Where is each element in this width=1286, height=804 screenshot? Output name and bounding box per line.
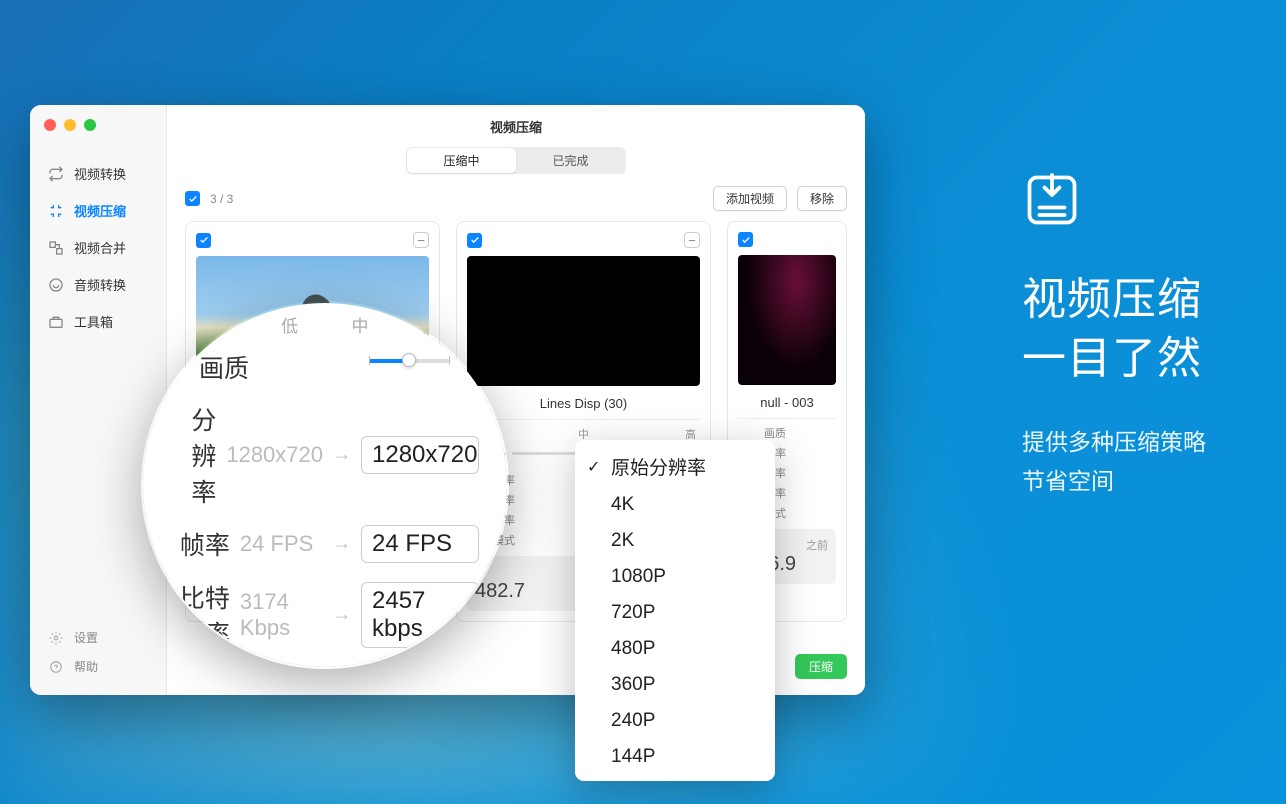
card-remove-button[interactable]: − (684, 232, 700, 248)
bitrate-original: 3174 Kbps (240, 589, 323, 641)
card-checkbox[interactable] (738, 232, 753, 247)
tab-compressing[interactable]: 压缩中 (407, 148, 516, 173)
help-label: 帮助 (74, 658, 98, 675)
quality-label: 画质 (738, 425, 786, 441)
merge-icon (48, 240, 64, 256)
traffic-lights (44, 119, 96, 131)
quality-mid-label: 中 (352, 312, 369, 337)
sidebar-item-label: 工具箱 (74, 312, 113, 331)
dropdown-option[interactable]: ✓原始分辨率 (575, 446, 775, 487)
toolbox-icon (48, 314, 64, 330)
fps-select[interactable]: 24 FPS (361, 525, 479, 563)
arrow-right-icon: → (333, 604, 351, 625)
sidebar-help[interactable]: 帮助 (30, 652, 166, 681)
dropdown-option[interactable]: 720P (575, 595, 775, 631)
card-checkbox[interactable] (467, 233, 482, 248)
marketing-sub-2: 节省空间 (1022, 462, 1206, 501)
resolution-original: 1280x720 (226, 442, 323, 468)
sidebar-settings[interactable]: 设置 (30, 623, 166, 652)
dropdown-option[interactable]: 4K (575, 487, 775, 523)
toolbar: 3 / 3 添加视频 移除 (167, 180, 865, 221)
marketing-sub-1: 提供多种压缩策略 (1022, 423, 1206, 462)
compress-icon (48, 203, 64, 219)
select-all-checkbox[interactable] (185, 191, 200, 206)
marketing-copy: 视频压缩 一目了然 提供多种压缩策略 节省空间 (1022, 170, 1206, 501)
video-title: null - 003 (738, 395, 836, 410)
selection-count: 3 / 3 (210, 192, 233, 206)
maximize-window-button[interactable] (84, 119, 96, 131)
sidebar-item-label: 视频压缩 (74, 201, 126, 220)
check-icon: ✓ (587, 457, 600, 477)
settings-label: 设置 (74, 629, 98, 646)
fps-original: 24 FPS (240, 531, 323, 557)
marketing-heading-1: 视频压缩 (1022, 270, 1206, 329)
resolution-label: 分辨率 (171, 401, 216, 509)
sidebar-item-label: 音频转换 (74, 275, 126, 294)
tab-done[interactable]: 已完成 (516, 148, 625, 173)
sidebar-item-video-merge[interactable]: 视频合并 (30, 229, 166, 266)
video-thumbnail (738, 255, 836, 385)
convert-icon (48, 166, 64, 182)
sidebar-item-audio-convert[interactable]: 音频转换 (30, 266, 166, 303)
compress-button[interactable]: 压缩 (795, 654, 847, 679)
close-window-button[interactable] (44, 119, 56, 131)
window-title: 视频压缩 (167, 105, 865, 147)
dropdown-option[interactable]: 360P (575, 667, 775, 703)
arrow-right-icon: → (333, 533, 351, 554)
dropdown-option[interactable]: 240P (575, 703, 775, 739)
sidebar-item-video-compress[interactable]: 视频压缩 (30, 192, 166, 229)
dropdown-option[interactable]: 2K (575, 523, 775, 559)
resolution-dropdown: ✓原始分辨率 4K 2K 1080P 720P 480P 360P 240P 1… (575, 440, 775, 781)
gear-icon (48, 630, 64, 646)
help-icon (48, 659, 64, 675)
sidebar-item-label: 视频转换 (74, 164, 126, 183)
video-title: Lines Disp (30) (467, 396, 700, 411)
magnifier-lens: 低 中 高 画质 分辨率 1280x720 → 1280x720 帧率 24 F… (140, 300, 510, 670)
dropdown-option[interactable]: 480P (575, 631, 775, 667)
arrow-right-icon: → (333, 444, 351, 465)
add-video-button[interactable]: 添加视频 (713, 186, 787, 211)
card-checkbox[interactable] (196, 233, 211, 248)
dropdown-option[interactable]: 144P (575, 739, 775, 775)
tab-segmented-control: 压缩中 已完成 (406, 147, 626, 174)
quality-slider[interactable] (369, 352, 449, 368)
marketing-heading-2: 一目了然 (1022, 329, 1206, 388)
sidebar-item-video-convert[interactable]: 视频转换 (30, 155, 166, 192)
video-thumbnail (467, 256, 700, 386)
resolution-select[interactable]: 1280x720 (361, 436, 479, 474)
audio-icon (48, 277, 64, 293)
sidebar-item-label: 视频合并 (74, 238, 126, 257)
fps-label: 帧率 (171, 526, 230, 562)
dropdown-option[interactable]: 1080P (575, 559, 775, 595)
quality-low-label: 低 (281, 312, 298, 337)
compress-app-icon (1022, 170, 1082, 230)
sidebar-item-toolbox[interactable]: 工具箱 (30, 303, 166, 340)
card-remove-button[interactable]: − (413, 232, 429, 248)
remove-button[interactable]: 移除 (797, 186, 847, 211)
minimize-window-button[interactable] (64, 119, 76, 131)
sidebar: 视频转换 视频压缩 视频合并 音频转换 工具箱 设置 帮助 (30, 105, 167, 695)
